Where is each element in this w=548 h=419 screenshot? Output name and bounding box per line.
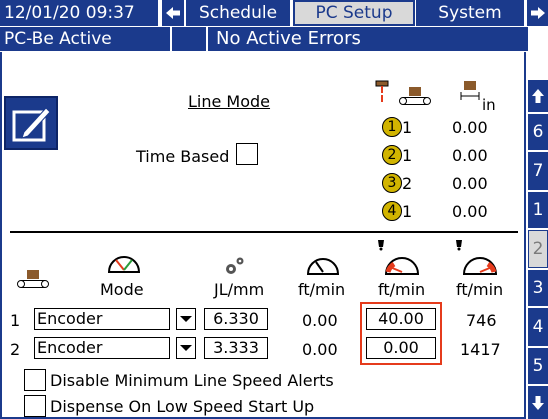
line-4-value: 0.00 — [452, 202, 488, 221]
next-screen-arrow-icon[interactable] — [527, 0, 548, 26]
edit-pencil-icon — [12, 107, 51, 142]
line-4-number-badge: 4 — [382, 201, 402, 221]
min-speed-column-header: ft/min — [378, 280, 426, 299]
line-1-value: 0.00 — [452, 118, 488, 137]
tab-schedule[interactable]: Schedule — [186, 0, 292, 26]
line-1-max-speed-value: 746 — [466, 311, 497, 330]
edit-button[interactable] — [4, 96, 58, 150]
datetime-display: 12/01/20 09:37 — [0, 0, 160, 26]
page-button-3[interactable]: 3 — [528, 270, 548, 306]
conveyor-icon — [16, 268, 50, 290]
line-1-mode-dropdown-icon[interactable] — [176, 308, 196, 330]
page-button-6[interactable]: 6 — [528, 114, 548, 150]
line-4-count: 1 — [402, 202, 413, 221]
speed-gauge-icon — [305, 250, 341, 278]
line-2-speed-value: 0.00 — [302, 340, 338, 359]
alarm-gauge-low-icon — [374, 238, 428, 278]
page-button-7[interactable]: 7 — [528, 152, 548, 190]
disable-min-speed-alerts-checkbox[interactable] — [24, 369, 46, 391]
section-divider — [10, 231, 518, 233]
page-button-5[interactable]: 5 — [528, 348, 548, 384]
status-separator — [172, 27, 206, 51]
alarm-gauge-high-icon — [452, 238, 506, 278]
scroll-up-icon[interactable] — [528, 80, 548, 112]
prev-screen-arrow-icon[interactable] — [162, 0, 184, 26]
line-1-pulses-field[interactable]: 6.330 — [204, 308, 268, 330]
line-2-pulses-field[interactable]: 3.333 — [204, 337, 268, 359]
line-2-value: 0.00 — [452, 146, 488, 165]
tab-pc-setup[interactable]: PC Setup — [293, 0, 415, 26]
min-speed-highlight — [360, 302, 442, 365]
gears-icon — [222, 254, 246, 278]
conveyor-icon — [398, 86, 432, 106]
line-1-number-badge: 1 — [382, 117, 402, 137]
line-1-mode-select[interactable]: Encoder — [34, 308, 170, 330]
line-2-mode-select[interactable]: Encoder — [34, 337, 170, 359]
line-1-speed-value: 0.00 — [302, 311, 338, 330]
line-2-mode-dropdown-icon[interactable] — [176, 337, 196, 359]
max-speed-column-header: ft/min — [456, 280, 504, 299]
dispense-low-speed-label: Dispense On Low Speed Start Up — [50, 397, 315, 416]
tab-system[interactable]: System — [416, 0, 526, 26]
line-2-number-badge: 2 — [382, 145, 402, 165]
line-3-number-badge: 3 — [382, 173, 402, 193]
page-button-1[interactable]: 1 — [528, 192, 548, 228]
mode-gauge-icon — [106, 248, 142, 276]
line-3-value: 0.00 — [452, 174, 488, 193]
disable-min-speed-alerts-label: Disable Minimum Line Speed Alerts — [50, 371, 334, 390]
unit-in-label: in — [482, 96, 496, 114]
error-status: No Active Errors — [208, 27, 528, 51]
active-mode-status: PC-Be Active — [0, 27, 170, 51]
mode-column-header: Mode — [100, 280, 144, 299]
scroll-down-icon[interactable] — [528, 386, 548, 419]
page-button-2[interactable]: 2 — [528, 230, 548, 268]
dispense-gun-icon — [372, 80, 392, 104]
line-1-count: 1 — [402, 118, 413, 137]
line-mode-title: Line Mode — [188, 92, 271, 111]
dispense-low-speed-checkbox[interactable] — [24, 395, 46, 417]
speed-column-header: ft/min — [298, 280, 346, 299]
time-based-label: Time Based — [136, 147, 230, 166]
line-1-index: 1 — [10, 311, 21, 330]
line-3-count: 2 — [402, 174, 413, 193]
line-2-max-speed-value: 1417 — [460, 340, 501, 359]
line-2-count: 1 — [402, 146, 413, 165]
distance-icon — [460, 80, 480, 100]
line-2-index: 2 — [10, 340, 21, 359]
page-button-4[interactable]: 4 — [528, 308, 548, 346]
time-based-checkbox[interactable] — [236, 143, 258, 165]
pulses-per-mm-header: JL/mm — [214, 280, 265, 299]
